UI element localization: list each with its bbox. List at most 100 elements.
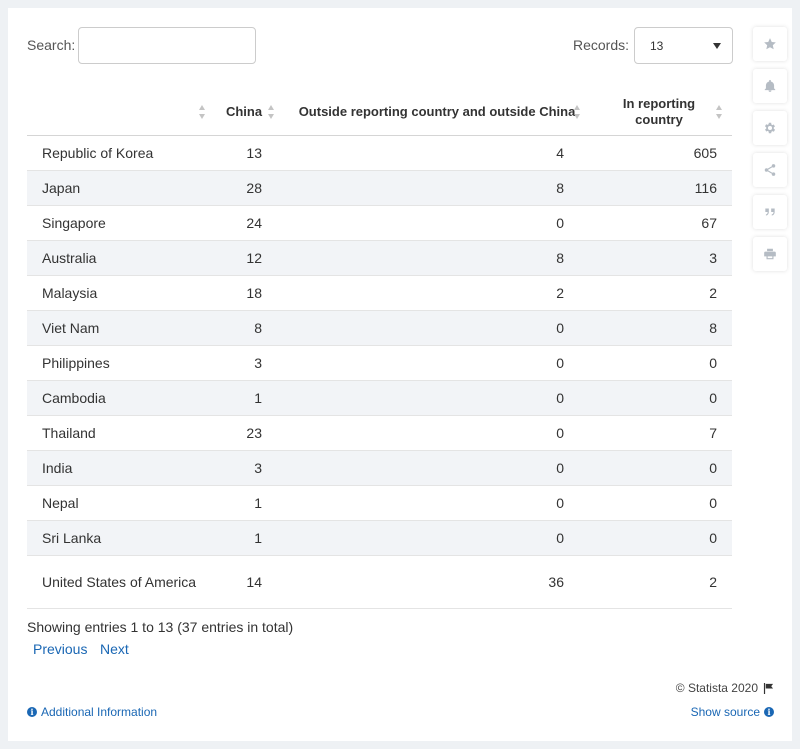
cell-china: 1	[254, 390, 262, 406]
show-source-label: Show source	[690, 705, 760, 719]
previous-page-link[interactable]: Previous	[33, 641, 87, 657]
cell-in-reporting: 8	[709, 320, 717, 336]
cell-country: Philippines	[42, 355, 110, 371]
table-body: Republic of Korea 13 4 605 Japan 28 8 116 Singap…	[27, 136, 732, 609]
search-input[interactable]	[78, 27, 256, 64]
cell-in-reporting: 0	[709, 530, 717, 546]
cell-china: 8	[254, 320, 262, 336]
cell-country: Republic of Korea	[42, 145, 154, 161]
cell-outside: 36	[548, 574, 564, 590]
column-header-outside[interactable]: Outside reporting country and outside Ch…	[297, 88, 580, 136]
cell-china: 24	[246, 215, 262, 231]
cell-in-reporting: 67	[701, 215, 717, 231]
info-icon: i	[27, 707, 37, 717]
cell-china: 1	[254, 495, 262, 511]
copyright: © Statista 2020	[676, 681, 774, 695]
cell-country: Viet Nam	[42, 320, 100, 336]
table-row: Australia 12 8 3	[27, 241, 732, 276]
cell-in-reporting: 0	[709, 495, 717, 511]
cell-in-reporting: 605	[693, 145, 717, 161]
table-row: Sri Lanka 1 0 0	[27, 521, 732, 556]
cell-outside: 0	[556, 215, 564, 231]
cell-in-reporting: 0	[709, 460, 717, 476]
print-icon[interactable]	[753, 237, 787, 271]
sort-icon	[199, 105, 206, 119]
copyright-text: © Statista 2020	[675, 681, 758, 695]
table-header: China Outside reporting country and outs…	[27, 88, 732, 136]
cell-outside: 2	[556, 285, 564, 301]
cell-in-reporting: 0	[709, 390, 717, 406]
cell-outside: 0	[556, 460, 564, 476]
column-header-country[interactable]	[27, 88, 212, 136]
table-row: Japan 28 8 116	[27, 171, 732, 206]
cell-china: 18	[246, 285, 262, 301]
cell-outside: 0	[556, 390, 564, 406]
table-row: Singapore 24 0 67	[27, 206, 732, 241]
cell-country: Japan	[42, 180, 81, 196]
table-row: Malaysia 18 2 2	[27, 276, 732, 311]
column-header-in-reporting[interactable]: In reporting country	[599, 88, 722, 136]
table-row: Philippines 3 0 0	[27, 346, 732, 381]
cell-country: Nepal	[42, 495, 79, 511]
cell-china: 14	[246, 574, 262, 590]
cell-country: Cambodia	[42, 390, 106, 406]
table-row: Nepal 1 0 0	[27, 486, 732, 521]
cell-in-reporting: 7	[709, 425, 717, 441]
star-icon[interactable]	[753, 27, 787, 61]
cell-country: Australia	[42, 250, 97, 266]
share-icon[interactable]	[753, 153, 787, 187]
records-value: 13	[650, 39, 664, 53]
table-row: India 3 0 0	[27, 451, 732, 486]
bell-icon[interactable]	[753, 69, 787, 103]
cell-china: 28	[246, 180, 262, 196]
cell-country: United States of America	[42, 574, 197, 590]
statistic-card: Search: Records: 13 China Outside report…	[8, 8, 792, 741]
additional-information-link[interactable]: i Additional Information	[27, 705, 157, 719]
search-label: Search:	[27, 37, 76, 53]
cell-country: India	[42, 460, 73, 476]
sort-icon	[716, 105, 723, 119]
table-row: United States of America 14 36 2	[27, 556, 732, 609]
data-table: China Outside reporting country and outs…	[27, 88, 732, 609]
additional-information-label: Additional Information	[41, 705, 158, 719]
sort-icon	[268, 105, 275, 119]
gear-icon[interactable]	[753, 111, 787, 145]
cell-china: 3	[254, 460, 262, 476]
cell-in-reporting: 2	[709, 285, 717, 301]
cell-china: 1	[254, 530, 262, 546]
quote-icon[interactable]	[753, 195, 787, 229]
cell-country: Sri Lanka	[42, 530, 102, 546]
cell-outside: 8	[556, 180, 564, 196]
next-page-link[interactable]: Next	[100, 641, 129, 657]
cell-in-reporting: 2	[709, 574, 717, 590]
cell-china: 12	[246, 250, 262, 266]
table-row: Republic of Korea 13 4 605	[27, 136, 732, 171]
table-row: Viet Nam 8 0 8	[27, 311, 732, 346]
table-row: Thailand 23 0 7	[27, 416, 732, 451]
cell-outside: 0	[556, 425, 564, 441]
entries-summary: Showing entries 1 to 13 (37 entries in t…	[27, 619, 294, 635]
info-icon: i	[764, 707, 774, 717]
cell-outside: 0	[556, 320, 564, 336]
cell-outside: 4	[556, 145, 564, 161]
show-source-link[interactable]: Show source i	[691, 705, 774, 719]
cell-in-reporting: 3	[709, 250, 717, 266]
action-rail	[753, 27, 787, 279]
flag-icon[interactable]	[763, 682, 774, 694]
cell-country: Malaysia	[42, 285, 98, 301]
cell-outside: 0	[556, 355, 564, 371]
cell-in-reporting: 0	[709, 355, 717, 371]
cell-china: 13	[246, 145, 262, 161]
caret-down-icon	[713, 43, 721, 49]
cell-outside: 8	[556, 250, 564, 266]
cell-outside: 0	[556, 530, 564, 546]
column-header-china[interactable]: China	[219, 88, 274, 136]
cell-in-reporting: 116	[694, 180, 717, 196]
table-row: Cambodia 1 0 0	[27, 381, 732, 416]
cell-china: 3	[254, 355, 262, 371]
cell-country: Singapore	[42, 215, 106, 231]
records-select[interactable]: 13	[634, 27, 733, 64]
cell-outside: 0	[556, 495, 564, 511]
cell-country: Thailand	[42, 425, 96, 441]
records-label: Records:	[573, 37, 630, 53]
